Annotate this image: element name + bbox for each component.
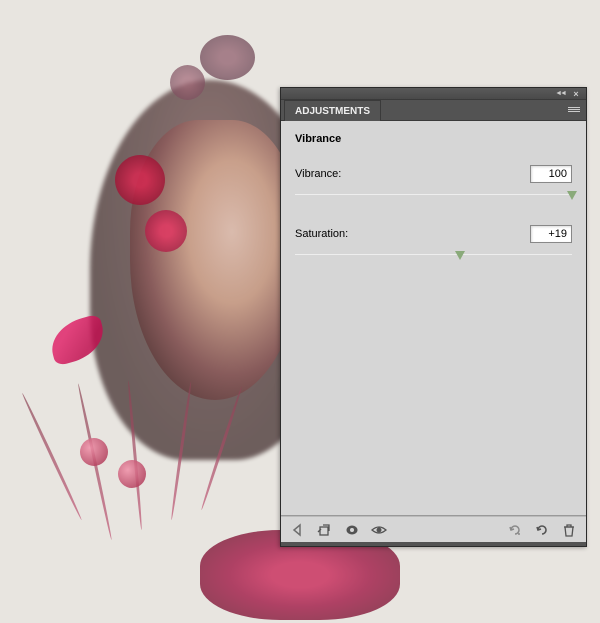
saturation-control: Saturation: — [295, 225, 572, 263]
clip-to-layer-icon — [317, 522, 333, 538]
panel-body: Vibrance Vibrance: Saturation: — [281, 121, 586, 516]
panel-footer — [281, 516, 586, 542]
vibrance-label: Vibrance: — [295, 168, 341, 180]
vibrance-slider[interactable] — [295, 189, 572, 203]
view-previous-button[interactable] — [370, 521, 388, 539]
saturation-slider-thumb[interactable] — [455, 251, 465, 260]
delete-button[interactable] — [560, 521, 578, 539]
eye-icon — [371, 522, 387, 538]
close-panel-button[interactable]: × — [570, 89, 582, 98]
reset-warn-button[interactable] — [506, 521, 524, 539]
saturation-input[interactable] — [530, 225, 572, 243]
collapse-icon: ◄◄ — [555, 90, 565, 97]
close-icon: × — [573, 89, 578, 99]
eye-mask-icon — [344, 522, 360, 538]
reset-icon — [534, 522, 550, 538]
vibrance-input[interactable] — [530, 165, 572, 183]
tab-label: ADJUSTMENTS — [295, 106, 370, 117]
reset-button[interactable] — [533, 521, 551, 539]
panel-tabbar: ADJUSTMENTS — [281, 100, 586, 121]
reset-warn-icon — [507, 522, 523, 538]
clip-to-layer-button[interactable] — [316, 521, 334, 539]
vibrance-slider-thumb[interactable] — [567, 191, 577, 200]
back-icon — [290, 522, 306, 538]
panel-resize-handle[interactable] — [281, 542, 586, 546]
trash-icon — [561, 522, 577, 538]
toggle-visibility-button[interactable] — [343, 521, 361, 539]
saturation-slider[interactable] — [295, 249, 572, 263]
adjustment-title: Vibrance — [295, 133, 572, 145]
vibrance-control: Vibrance: — [295, 165, 572, 203]
panel-topstrip: ◄◄ × — [281, 88, 586, 100]
saturation-label: Saturation: — [295, 228, 348, 240]
collapse-panel-button[interactable]: ◄◄ — [554, 89, 566, 98]
adjustments-panel: ◄◄ × ADJUSTMENTS Vibrance Vibrance: — [280, 87, 587, 547]
panel-menu-button[interactable] — [566, 103, 582, 116]
back-button[interactable] — [289, 521, 307, 539]
tab-adjustments[interactable]: ADJUSTMENTS — [284, 100, 381, 121]
